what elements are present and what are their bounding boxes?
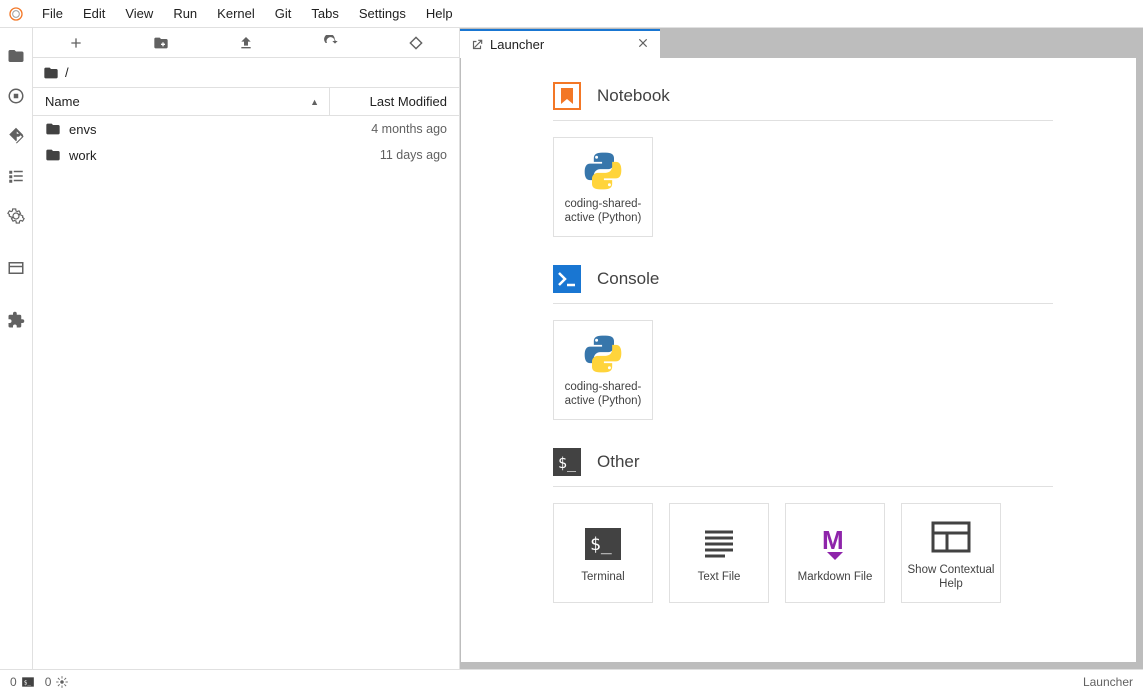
git-tab-icon[interactable] bbox=[0, 116, 33, 156]
folder-icon bbox=[45, 147, 61, 163]
tab-title: Launcher bbox=[490, 37, 544, 52]
card-label: coding-shared-active (Python) bbox=[558, 197, 648, 226]
extensions-tab-icon[interactable] bbox=[0, 300, 33, 340]
kernel-status-icon bbox=[55, 675, 69, 689]
launcher-card-notebook-python[interactable]: coding-shared-active (Python) bbox=[553, 137, 653, 237]
launcher-card-contextual-help[interactable]: Show Contextual Help bbox=[901, 503, 1001, 603]
jupyter-logo bbox=[8, 6, 24, 22]
svg-text:$_: $_ bbox=[558, 454, 577, 472]
menu-edit[interactable]: Edit bbox=[73, 2, 115, 25]
section-title: Console bbox=[597, 269, 659, 289]
tab-launcher[interactable]: Launcher bbox=[460, 29, 660, 58]
file-name: work bbox=[69, 148, 380, 163]
column-name[interactable]: Name ▲ bbox=[33, 94, 329, 109]
card-label: Terminal bbox=[581, 570, 624, 584]
card-label: Show Contextual Help bbox=[906, 563, 996, 592]
breadcrumb-path: / bbox=[65, 65, 69, 80]
statusbar: 0 $_ 0 Launcher bbox=[0, 669, 1143, 693]
launcher-body: Notebook coding-shared-active (Python) bbox=[460, 58, 1137, 663]
main-area: / Name ▲ Last Modified envs 4 months ago… bbox=[0, 28, 1143, 669]
filebrowser-toolbar bbox=[33, 28, 459, 58]
breadcrumb[interactable]: / bbox=[33, 58, 459, 88]
status-mode[interactable]: Launcher bbox=[1083, 675, 1133, 689]
filebrowser-panel: / Name ▲ Last Modified envs 4 months ago… bbox=[33, 28, 460, 669]
section-other: $_ Other $_ Terminal Te bbox=[553, 448, 1053, 603]
menubar: File Edit View Run Kernel Git Tabs Setti… bbox=[0, 0, 1143, 28]
close-icon[interactable] bbox=[636, 36, 650, 53]
terminal-icon: $_ bbox=[581, 522, 625, 566]
filebrowser-header: Name ▲ Last Modified bbox=[33, 88, 459, 116]
file-name: envs bbox=[69, 122, 371, 137]
menu-tabs[interactable]: Tabs bbox=[301, 2, 348, 25]
column-modified[interactable]: Last Modified bbox=[329, 88, 459, 115]
card-label: Text File bbox=[698, 570, 741, 584]
menu-settings[interactable]: Settings bbox=[349, 2, 416, 25]
menu-run[interactable]: Run bbox=[163, 2, 207, 25]
settings-tab-icon[interactable] bbox=[0, 196, 33, 236]
section-title: Notebook bbox=[597, 86, 670, 106]
toc-tab-icon[interactable] bbox=[0, 156, 33, 196]
status-kernels[interactable]: 0 bbox=[45, 675, 70, 689]
other-section-icon: $_ bbox=[553, 448, 581, 476]
file-modified: 11 days ago bbox=[380, 148, 447, 162]
menu-view[interactable]: View bbox=[115, 2, 163, 25]
running-tab-icon[interactable] bbox=[0, 76, 33, 116]
activity-bar bbox=[0, 28, 33, 669]
section-title: Other bbox=[597, 452, 640, 472]
console-section-icon bbox=[553, 265, 581, 293]
notebook-section-icon bbox=[553, 82, 581, 110]
tab-bar: Launcher bbox=[460, 28, 1143, 58]
sort-caret-icon: ▲ bbox=[310, 97, 319, 107]
file-row[interactable]: envs 4 months ago bbox=[33, 116, 459, 142]
launcher-card-markdown[interactable]: M Markdown File bbox=[785, 503, 885, 603]
menu-file[interactable]: File bbox=[32, 2, 73, 25]
upload-button[interactable] bbox=[203, 28, 288, 57]
launcher-card-textfile[interactable]: Text File bbox=[669, 503, 769, 603]
file-row[interactable]: work 11 days ago bbox=[33, 142, 459, 168]
git-toolbar-icon[interactable] bbox=[374, 28, 459, 57]
terminal-status-icon: $_ bbox=[21, 675, 35, 689]
menu-git[interactable]: Git bbox=[265, 2, 302, 25]
menu-help[interactable]: Help bbox=[416, 2, 463, 25]
svg-text:M: M bbox=[822, 525, 844, 555]
python-icon bbox=[581, 149, 625, 193]
status-terminals[interactable]: 0 $_ bbox=[10, 675, 35, 689]
menu-kernel[interactable]: Kernel bbox=[207, 2, 265, 25]
svg-text:$_: $_ bbox=[590, 534, 612, 555]
card-label: Markdown File bbox=[798, 570, 873, 584]
card-label: coding-shared-active (Python) bbox=[558, 380, 648, 409]
folder-icon bbox=[43, 65, 59, 81]
filebrowser-tab-icon[interactable] bbox=[0, 36, 33, 76]
textfile-icon bbox=[697, 522, 741, 566]
file-modified: 4 months ago bbox=[371, 122, 447, 136]
python-icon bbox=[581, 332, 625, 376]
refresh-button[interactable] bbox=[289, 28, 374, 57]
help-icon bbox=[929, 515, 973, 559]
section-console: Console coding-shared-active (Python) bbox=[553, 265, 1053, 420]
folder-icon bbox=[45, 121, 61, 137]
markdown-icon: M bbox=[813, 522, 857, 566]
new-launcher-button[interactable] bbox=[33, 28, 118, 57]
tabs-panel-icon[interactable] bbox=[0, 248, 33, 288]
launch-icon bbox=[470, 38, 484, 52]
launcher-card-console-python[interactable]: coding-shared-active (Python) bbox=[553, 320, 653, 420]
section-notebook: Notebook coding-shared-active (Python) bbox=[553, 82, 1053, 237]
new-folder-button[interactable] bbox=[118, 28, 203, 57]
svg-text:$_: $_ bbox=[24, 680, 32, 686]
launcher-card-terminal[interactable]: $_ Terminal bbox=[553, 503, 653, 603]
dock-panel: Launcher Notebook bbox=[460, 28, 1143, 669]
